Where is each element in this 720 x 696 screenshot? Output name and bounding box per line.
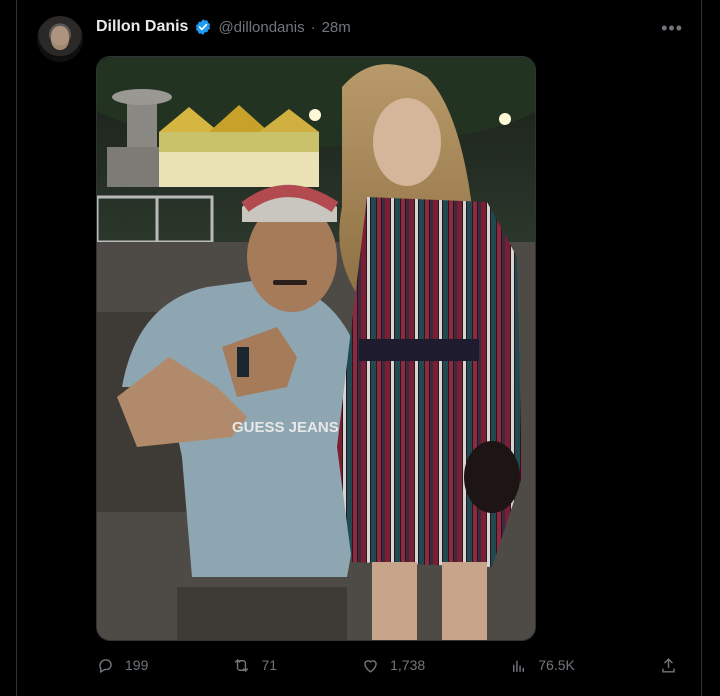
share-button[interactable]: [659, 656, 678, 675]
like-count: 1,738: [390, 657, 426, 673]
dress-belt: [359, 339, 479, 361]
reply-icon: [99, 658, 112, 673]
action-bar: 199 71 1,738 76.5K: [96, 652, 678, 678]
tweet-header: Dillon Danis @dillondanis · 28m: [96, 18, 351, 36]
author-handle[interactable]: @dillondanis: [218, 19, 304, 36]
woman-leg: [442, 562, 487, 640]
clutch-bag: [464, 441, 520, 513]
tweet-photo[interactable]: GUESS JEANS: [96, 56, 536, 641]
views-button[interactable]: 76.5K: [509, 656, 575, 675]
woman-face: [373, 98, 441, 186]
reply-button[interactable]: 199: [96, 656, 148, 675]
heart-icon: [364, 659, 377, 673]
retweet-button[interactable]: 71: [232, 656, 277, 675]
wristband: [237, 347, 249, 377]
more-options-icon[interactable]: •••: [661, 18, 683, 39]
views-chart-icon: [513, 660, 525, 672]
tweet-card[interactable]: Dillon Danis @dillondanis · 28m ••• GUES…: [16, 0, 702, 696]
shirt-text: GUESS JEANS: [232, 419, 339, 436]
street-light: [499, 113, 511, 125]
reply-count: 199: [125, 657, 149, 673]
retweet-icon: [235, 658, 249, 672]
view-count: 76.5K: [538, 657, 575, 673]
carousel: [159, 105, 319, 187]
share-icon: [662, 657, 675, 673]
like-button[interactable]: 1,738: [361, 656, 425, 675]
separator-dot: ·: [310, 18, 316, 36]
retweet-count: 71: [261, 657, 278, 673]
street-light: [309, 109, 321, 121]
verified-badge-icon: [196, 19, 211, 35]
timestamp[interactable]: 28m: [322, 19, 351, 36]
author-name[interactable]: Dillon Danis: [96, 18, 188, 36]
avatar[interactable]: [37, 16, 83, 62]
woman-leg: [372, 562, 417, 640]
